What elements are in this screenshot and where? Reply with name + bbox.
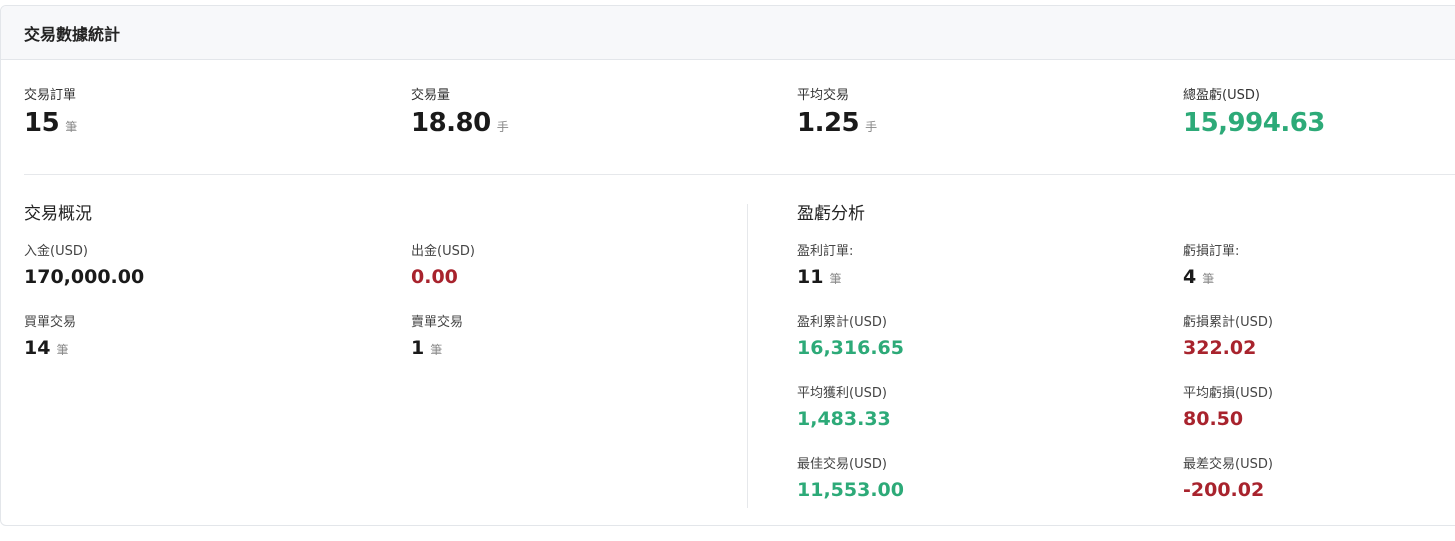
stat-sell-trades-label: 賣單交易 [411, 315, 464, 330]
stat-avg-loss-value: 80.50 [1183, 408, 1244, 430]
summary-volume-value: 18.80 [411, 108, 491, 138]
summary-volume-unit: 手 [496, 120, 509, 134]
card-title: 交易數據統計 [24, 24, 121, 44]
stat-buy-trades-label: 買單交易 [24, 315, 77, 330]
vertical-divider [747, 204, 748, 508]
stat-profit-total-label: 盈利累計(USD) [797, 315, 887, 330]
stat-deposit: 入金(USD) 170,000.00 [24, 244, 144, 288]
stat-loss-total: 虧損累計(USD) 322.02 [1183, 315, 1273, 359]
stat-loss-total-value: 322.02 [1183, 337, 1257, 359]
summary-orders-unit: 筆 [65, 120, 78, 134]
stat-worst-trade-value: -200.02 [1183, 479, 1265, 501]
horizontal-divider [24, 174, 1455, 175]
summary-orders-label: 交易訂單 [24, 88, 77, 103]
trading-stats-card: 交易數據統計 交易訂單 15 筆 交易量 18.80 手 平均交易 1.25 手 [0, 5, 1455, 526]
stat-profit-orders: 盈利訂單: 11 筆 [797, 244, 853, 288]
overview-title: 交易概況 [24, 204, 92, 224]
stat-avg-profit-label: 平均獲利(USD) [797, 386, 887, 401]
stat-withdrawal: 出金(USD) 0.00 [411, 244, 475, 288]
stat-profit-orders-label: 盈利訂單: [797, 244, 854, 259]
stat-worst-trade-label: 最差交易(USD) [1183, 457, 1273, 472]
stat-sell-trades: 賣單交易 1 筆 [411, 315, 463, 359]
summary-total-pnl-value: 15,994.63 [1183, 108, 1325, 138]
stat-deposit-label: 入金(USD) [24, 244, 88, 259]
summary-avg-trade-label: 平均交易 [797, 88, 850, 103]
stat-profit-orders-unit: 筆 [829, 272, 842, 286]
summary-avg-trade-unit: 手 [865, 120, 878, 134]
stat-deposit-value: 170,000.00 [24, 266, 145, 288]
stat-loss-orders-value: 4 [1183, 266, 1197, 288]
card-header: 交易數據統計 [1, 6, 1455, 60]
stat-best-trade-label: 最佳交易(USD) [797, 457, 887, 472]
summary-orders: 交易訂單 15 筆 [24, 88, 77, 138]
stat-avg-loss-label: 平均虧損(USD) [1183, 386, 1273, 401]
pnl-analysis-title: 盈虧分析 [797, 204, 865, 224]
summary-avg-trade-value: 1.25 [797, 108, 860, 138]
stat-profit-total-value: 16,316.65 [797, 337, 904, 359]
stat-buy-trades: 買單交易 14 筆 [24, 315, 76, 359]
stat-buy-trades-unit: 筆 [56, 343, 69, 357]
summary-total-pnl: 總盈虧(USD) 15,994.63 [1183, 88, 1325, 138]
stat-loss-orders: 虧損訂單: 4 筆 [1183, 244, 1239, 288]
stat-profit-total: 盈利累計(USD) 16,316.65 [797, 315, 904, 359]
summary-volume-label: 交易量 [411, 88, 451, 103]
stat-sell-trades-unit: 筆 [430, 343, 443, 357]
stat-avg-loss: 平均虧損(USD) 80.50 [1183, 386, 1273, 430]
stat-avg-profit-value: 1,483.33 [797, 408, 891, 430]
stat-worst-trade: 最差交易(USD) -200.02 [1183, 457, 1273, 501]
stat-buy-trades-value: 14 [24, 337, 51, 359]
stat-withdrawal-label: 出金(USD) [411, 244, 475, 259]
summary-avg-trade: 平均交易 1.25 手 [797, 88, 877, 138]
summary-volume: 交易量 18.80 手 [411, 88, 509, 138]
summary-row: 交易訂單 15 筆 交易量 18.80 手 平均交易 1.25 手 總盈虧(US… [1, 88, 1455, 148]
stat-withdrawal-value: 0.00 [411, 266, 458, 288]
stat-avg-profit: 平均獲利(USD) 1,483.33 [797, 386, 891, 430]
stat-best-trade: 最佳交易(USD) 11,553.00 [797, 457, 904, 501]
stat-best-trade-value: 11,553.00 [797, 479, 904, 501]
stat-loss-orders-unit: 筆 [1202, 272, 1215, 286]
stat-profit-orders-value: 11 [797, 266, 824, 288]
summary-total-pnl-label: 總盈虧(USD) [1183, 88, 1260, 103]
stat-loss-total-label: 虧損累計(USD) [1183, 315, 1273, 330]
stat-sell-trades-value: 1 [411, 337, 425, 359]
summary-orders-value: 15 [24, 108, 60, 138]
stat-loss-orders-label: 虧損訂單: [1183, 244, 1240, 259]
